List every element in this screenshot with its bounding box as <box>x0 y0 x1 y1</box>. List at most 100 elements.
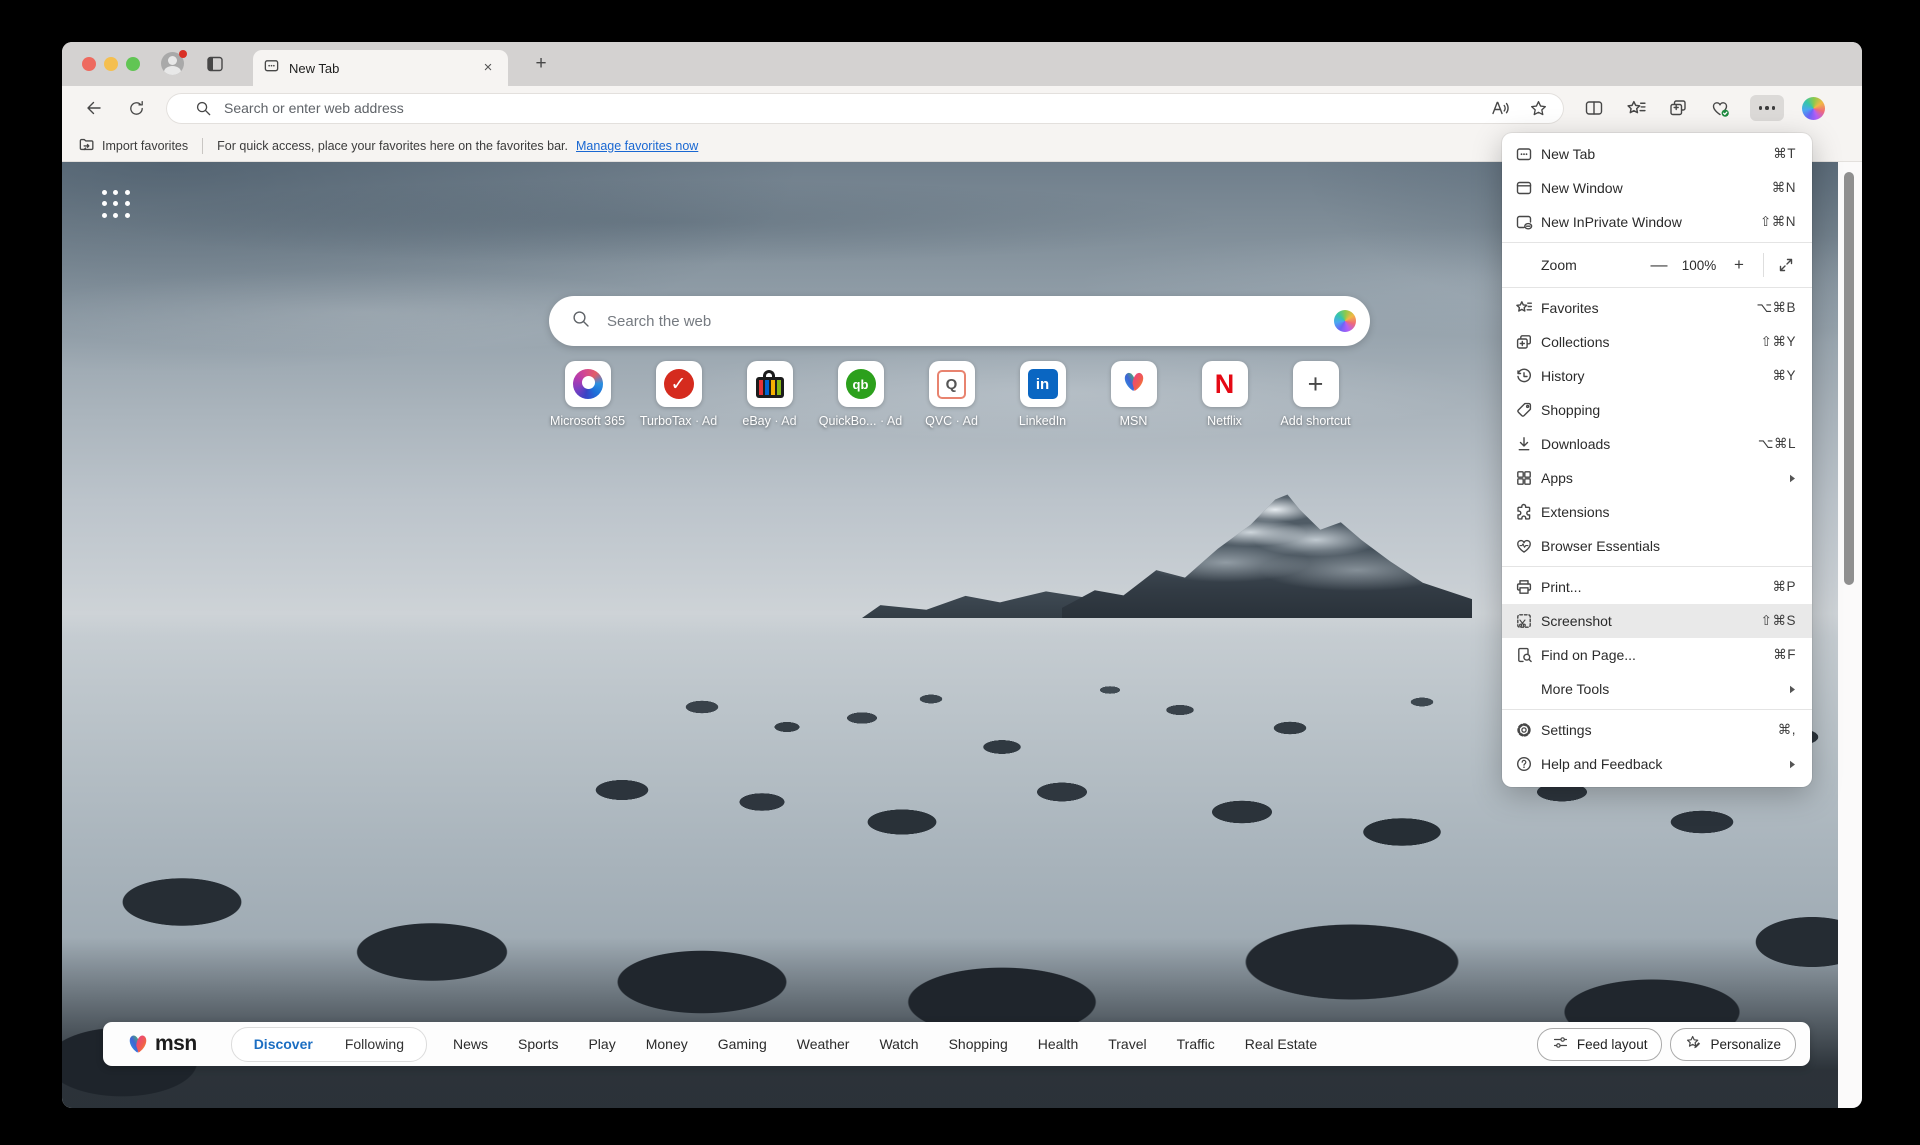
menu-item-screenshot[interactable]: Screenshot⇧⌘S <box>1502 604 1812 638</box>
collections-icon <box>1515 333 1533 351</box>
settings-and-more-button[interactable] <box>1750 95 1784 121</box>
nav-weather[interactable]: Weather <box>797 1036 850 1052</box>
menu-divider <box>1502 709 1812 710</box>
menu-item-find-on-page[interactable]: Find on Page...⌘F <box>1502 638 1812 672</box>
nav-money[interactable]: Money <box>646 1036 688 1052</box>
window-close-button[interactable] <box>82 57 96 71</box>
menu-item-new-inprivate-window[interactable]: New InPrivate Window⇧⌘N <box>1502 205 1812 239</box>
tab-title: New Tab <box>289 61 478 76</box>
msn-nav: News Sports Play Money Gaming Weather Wa… <box>453 1036 1537 1052</box>
submenu-arrow-icon <box>1789 474 1796 483</box>
nav-sports[interactable]: Sports <box>518 1036 558 1052</box>
shortcut-linkedin[interactable]: in LinkedIn <box>997 361 1088 428</box>
shortcut-ebay[interactable]: eBay · Ad <box>724 361 815 428</box>
app-launcher-icon[interactable] <box>102 190 132 220</box>
window-minimize-button[interactable] <box>104 57 118 71</box>
menu-item-new-tab[interactable]: New Tab⌘T <box>1502 137 1812 171</box>
menu-item-favorites[interactable]: Favorites⌥⌘B <box>1502 291 1812 325</box>
menu-divider <box>1502 566 1812 567</box>
tab-discover[interactable]: Discover <box>240 1036 327 1052</box>
feed-layout-icon <box>1552 1034 1569 1054</box>
favorite-star-icon[interactable] <box>1526 96 1550 120</box>
menu-item-collections[interactable]: Collections⇧⌘Y <box>1502 325 1812 359</box>
msn-feed-bar: msn Discover Following News Sports Play … <box>103 1022 1810 1066</box>
read-aloud-icon[interactable] <box>1488 96 1512 120</box>
qvc-icon: Q <box>937 370 966 399</box>
help-icon <box>1515 755 1533 773</box>
msn-logo[interactable]: msn <box>125 1031 197 1057</box>
personalize-button[interactable]: Personalize <box>1670 1028 1796 1061</box>
shortcut-qvc[interactable]: Q QVC · Ad <box>906 361 997 428</box>
nav-health[interactable]: Health <box>1038 1036 1078 1052</box>
scrollbar-track[interactable] <box>1838 162 1862 1108</box>
shortcut-tiles: Microsoft 365 ✓ TurboTax · Ad eBay · Ad … <box>542 361 1361 428</box>
add-shortcut-icon: + <box>1308 371 1324 397</box>
tab-new-tab[interactable]: New Tab × <box>253 50 508 86</box>
menu-item-extensions[interactable]: Extensions <box>1502 495 1812 529</box>
shortcut-add[interactable]: + Add shortcut <box>1270 361 1361 428</box>
menu-item-shopping[interactable]: Shopping <box>1502 393 1812 427</box>
menu-item-new-window[interactable]: New Window⌘N <box>1502 171 1812 205</box>
back-icon[interactable] <box>82 96 106 120</box>
address-bar[interactable] <box>166 93 1564 124</box>
shortcut-turbotax[interactable]: ✓ TurboTax · Ad <box>633 361 724 428</box>
menu-item-print[interactable]: Print...⌘P <box>1502 570 1812 604</box>
zoom-out-button[interactable]: — <box>1645 251 1673 279</box>
zoom-label: Zoom <box>1515 257 1645 273</box>
refresh-icon[interactable] <box>124 96 148 120</box>
sidebar-toggle-icon[interactable] <box>205 54 225 79</box>
zoom-value: 100% <box>1673 258 1725 273</box>
menu-item-settings[interactable]: Settings⌘, <box>1502 713 1812 747</box>
shortcut-netflix[interactable]: N Netflix <box>1179 361 1270 428</box>
address-input[interactable] <box>222 99 1474 117</box>
downloads-icon <box>1515 435 1533 453</box>
tab-close-icon[interactable]: × <box>478 58 498 78</box>
menu-item-more-tools[interactable]: More Tools <box>1502 672 1812 706</box>
menu-item-history[interactable]: History⌘Y <box>1502 359 1812 393</box>
favorites-list-icon[interactable] <box>1624 96 1648 120</box>
menu-item-downloads[interactable]: Downloads⌥⌘L <box>1502 427 1812 461</box>
collections-icon[interactable] <box>1666 96 1690 120</box>
shortcut-microsoft-365[interactable]: Microsoft 365 <box>542 361 633 428</box>
ebay-icon <box>756 377 784 398</box>
feed-tabs: Discover Following <box>231 1027 427 1062</box>
fullscreen-icon[interactable] <box>1772 251 1800 279</box>
nav-real-estate[interactable]: Real Estate <box>1245 1036 1317 1052</box>
copilot-search-icon[interactable] <box>1334 310 1356 332</box>
new-tab-page-icon <box>263 57 280 79</box>
shortcut-quickbooks[interactable]: qb QuickBo... · Ad <box>815 361 906 428</box>
tab-bar: New Tab × + <box>62 42 1862 86</box>
favorites-bar-divider <box>202 138 203 154</box>
browser-essentials-icon[interactable] <box>1708 96 1732 120</box>
menu-item-help-and-feedback[interactable]: Help and Feedback <box>1502 747 1812 781</box>
import-favorites-label: Import favorites <box>102 139 188 153</box>
copilot-icon[interactable] <box>1802 97 1825 120</box>
toolbar-action-icons <box>1582 95 1825 121</box>
menu-item-zoom: Zoom — 100% + <box>1502 246 1812 284</box>
search-icon <box>194 96 212 120</box>
feed-layout-button[interactable]: Feed layout <box>1537 1028 1663 1061</box>
nav-shopping[interactable]: Shopping <box>949 1036 1008 1052</box>
menu-item-apps[interactable]: Apps <box>1502 461 1812 495</box>
nav-play[interactable]: Play <box>588 1036 615 1052</box>
shortcut-msn[interactable]: MSN <box>1088 361 1179 428</box>
nav-travel[interactable]: Travel <box>1108 1036 1146 1052</box>
browser-window: New Tab × + <box>62 42 1862 1108</box>
apps-icon <box>1515 469 1533 487</box>
web-search-box[interactable] <box>549 296 1370 346</box>
manage-favorites-link[interactable]: Manage favorites now <box>576 139 698 153</box>
web-search-input[interactable] <box>605 312 1334 331</box>
menu-item-browser-essentials[interactable]: Browser Essentials <box>1502 529 1812 563</box>
new-tab-button[interactable]: + <box>528 51 554 77</box>
zoom-in-button[interactable]: + <box>1725 251 1753 279</box>
nav-traffic[interactable]: Traffic <box>1177 1036 1215 1052</box>
scrollbar-thumb[interactable] <box>1844 172 1854 585</box>
nav-gaming[interactable]: Gaming <box>718 1036 767 1052</box>
import-favorites-button[interactable]: Import favorites <box>78 136 188 156</box>
nav-watch[interactable]: Watch <box>879 1036 918 1052</box>
window-zoom-button[interactable] <box>126 57 140 71</box>
zoom-separator <box>1763 253 1764 277</box>
tab-following[interactable]: Following <box>331 1036 418 1052</box>
split-screen-icon[interactable] <box>1582 96 1606 120</box>
nav-news[interactable]: News <box>453 1036 488 1052</box>
